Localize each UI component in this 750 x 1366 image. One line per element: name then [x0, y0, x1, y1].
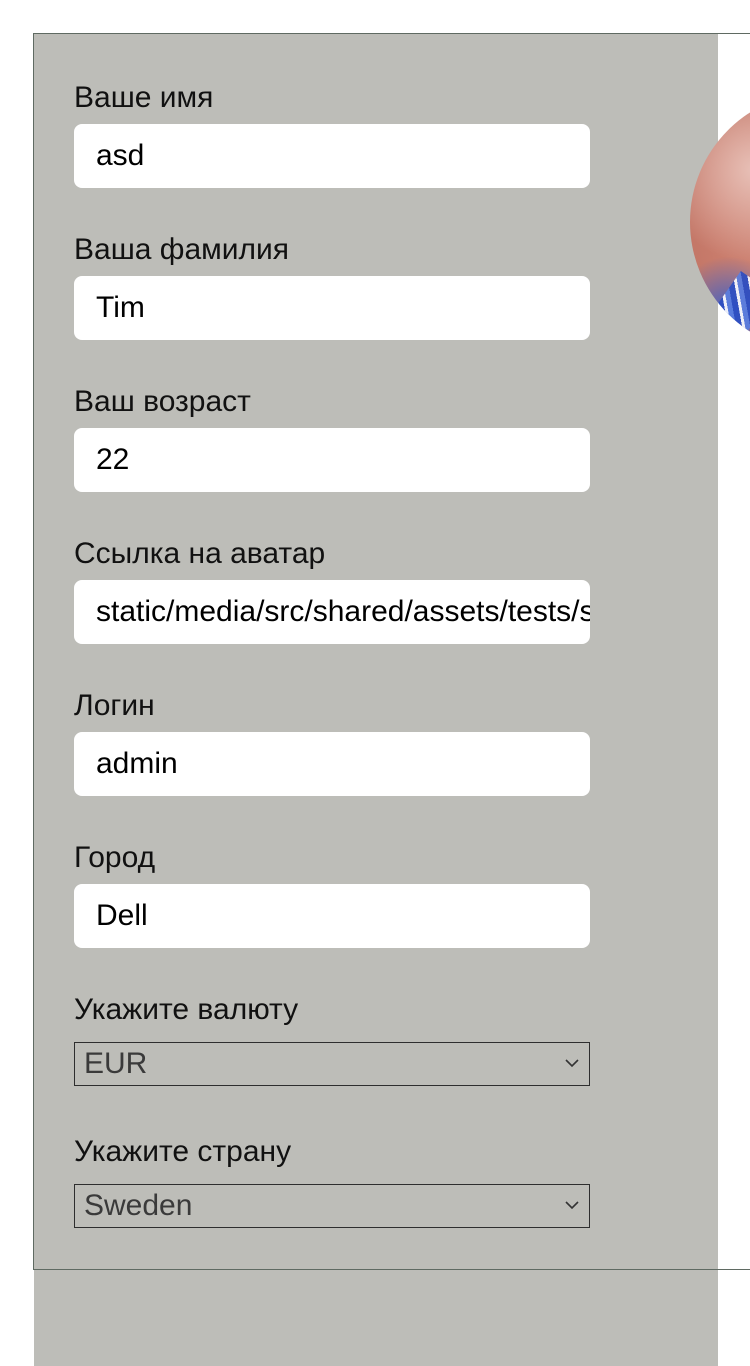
country-label: Укажите страну [74, 1135, 292, 1168]
profile-page: Ваше имя Ваша фамилия Ваш возраст Ссылка… [0, 0, 750, 1366]
currency-select[interactable]: EUR [74, 1042, 590, 1086]
currency-selected-value: EUR [84, 1047, 148, 1080]
chevron-down-icon [565, 1059, 579, 1068]
last-name-label: Ваша фамилия [74, 233, 290, 266]
country-selected-value: Sweden [84, 1189, 193, 1222]
age-label: Ваш возраст [74, 385, 251, 418]
country-select[interactable]: Sweden [74, 1184, 590, 1228]
currency-field: Укажите валюту EUR [74, 992, 590, 1086]
login-label: Логин [74, 689, 155, 722]
avatar-link-field: Ссылка на аватар [74, 536, 590, 644]
login-field: Логин [74, 688, 590, 796]
last-name-input[interactable] [74, 276, 590, 340]
chevron-down-icon [565, 1201, 579, 1210]
country-field: Укажите страну Sweden [74, 1134, 590, 1228]
city-input[interactable] [74, 884, 590, 948]
first-name-field: Ваше имя [74, 80, 590, 188]
age-field: Ваш возраст [74, 384, 590, 492]
city-field: Город [74, 840, 590, 948]
login-input[interactable] [74, 732, 590, 796]
last-name-field: Ваша фамилия [74, 232, 590, 340]
city-label: Город [74, 841, 156, 874]
avatar-link-input[interactable] [74, 580, 590, 644]
age-input[interactable] [74, 428, 590, 492]
avatar-link-label: Ссылка на аватар [74, 537, 326, 570]
first-name-input[interactable] [74, 124, 590, 188]
first-name-label: Ваше имя [74, 81, 214, 114]
currency-label: Укажите валюту [74, 993, 299, 1026]
